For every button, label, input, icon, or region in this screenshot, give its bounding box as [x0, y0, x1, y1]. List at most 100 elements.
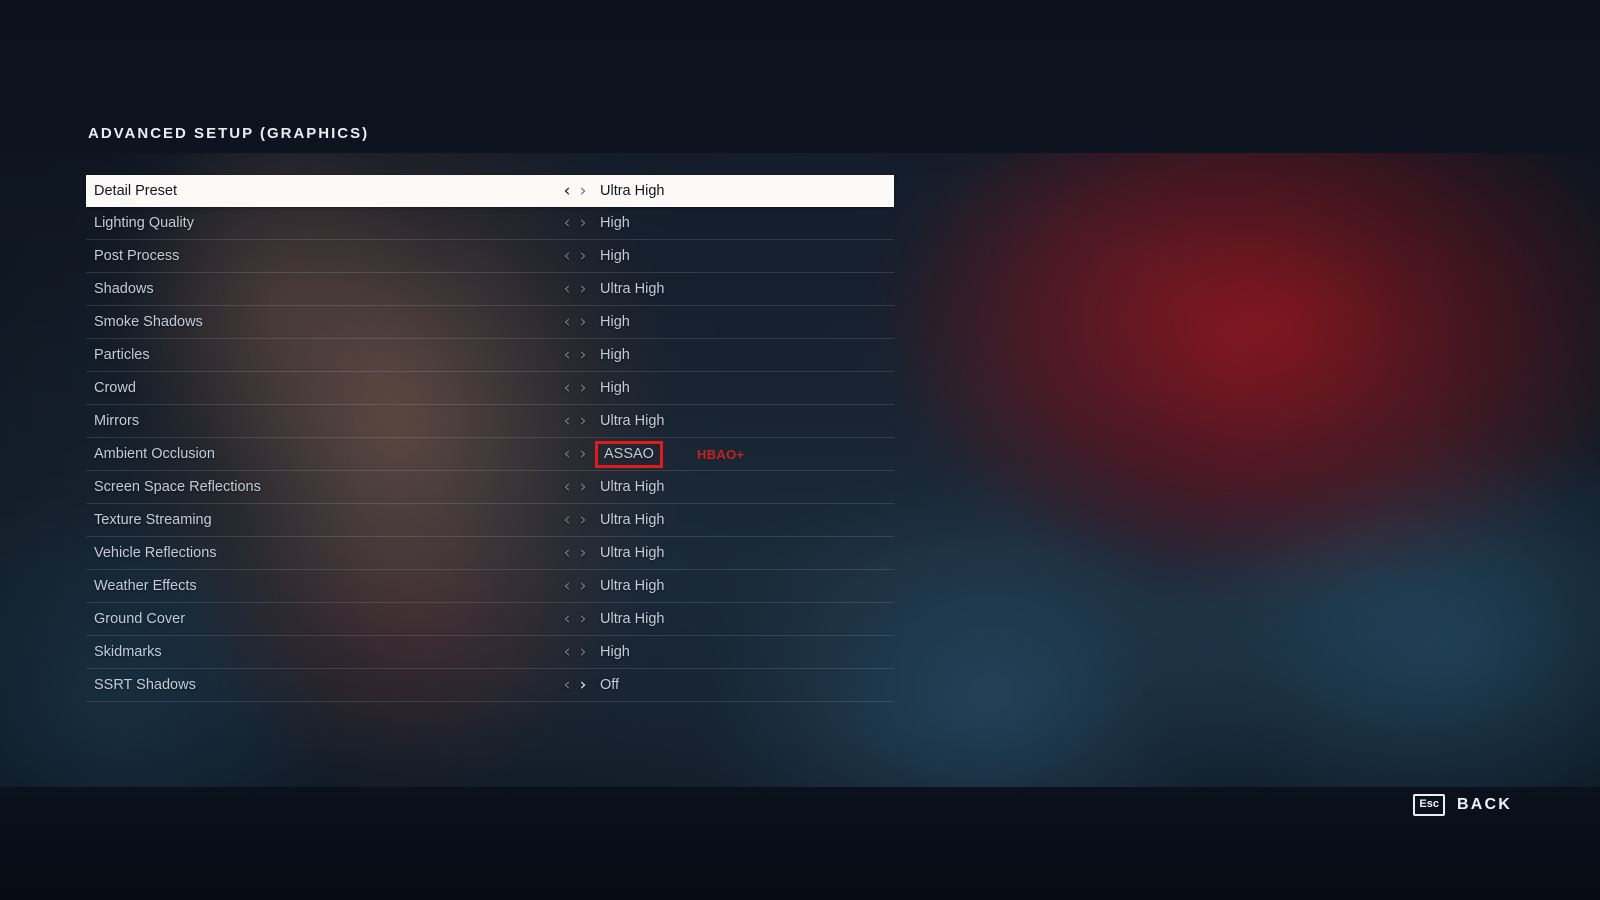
settings-row-control: ‹ › Ultra High [559, 544, 665, 562]
settings-row-value: ASSAO [604, 445, 654, 462]
chevron-right-icon[interactable]: › [575, 412, 591, 430]
settings-row-label: Smoke Shadows [94, 314, 203, 330]
chevron-right-icon[interactable]: › [575, 478, 591, 496]
settings-row[interactable]: Ambient Occlusion ‹ › ASSAO HBAO+ [86, 438, 894, 471]
settings-row-control: ‹ › High [559, 214, 630, 232]
settings-row[interactable]: Skidmarks ‹ › High [86, 636, 894, 669]
chevron-left-icon[interactable]: ‹ [559, 214, 575, 232]
chevron-left-icon[interactable]: ‹ [559, 412, 575, 430]
chevron-left-icon[interactable]: ‹ [559, 313, 575, 331]
settings-row[interactable]: Particles ‹ › High [86, 339, 894, 372]
game-settings-screen: ADVANCED SETUP (GRAPHICS) Detail Preset ‹… [0, 0, 1600, 900]
settings-row-label: Vehicle Reflections [94, 545, 217, 561]
settings-row-label: Crowd [94, 380, 136, 396]
settings-row-label: Skidmarks [94, 644, 162, 660]
chevron-right-icon[interactable]: › [575, 313, 591, 331]
settings-row-label: Detail Preset [94, 183, 178, 199]
settings-row-control: ‹ › Ultra High [559, 412, 665, 430]
settings-row[interactable]: Vehicle Reflections ‹ › Ultra High [86, 537, 894, 570]
chevron-left-icon[interactable]: ‹ [559, 610, 575, 628]
chevron-left-icon[interactable]: ‹ [559, 577, 575, 595]
back-button[interactable]: Esc BACK [1413, 794, 1512, 816]
chevron-right-icon[interactable]: › [575, 610, 591, 628]
settings-row[interactable]: Post Process ‹ › High [86, 240, 894, 273]
settings-row-value: Ultra High [600, 413, 665, 429]
settings-row-label: Post Process [94, 248, 180, 264]
settings-row-control: ‹ › High [559, 313, 630, 331]
settings-row-value: Off [600, 677, 620, 693]
settings-row-control: ‹ › Ultra High [559, 478, 665, 496]
settings-row-control: ‹ › High [559, 643, 630, 661]
settings-row-control: ‹ › Ultra High [559, 182, 665, 200]
settings-row-value: Ultra High [600, 512, 665, 528]
settings-row-value: Ultra High [600, 545, 665, 561]
settings-row[interactable]: Crowd ‹ › High [86, 372, 894, 405]
settings-row[interactable]: Detail Preset ‹ › Ultra High [86, 175, 894, 207]
settings-row-value: High [600, 644, 630, 660]
settings-row-value: Ultra High [600, 183, 665, 199]
settings-row-label: Lighting Quality [94, 215, 194, 231]
chevron-right-icon[interactable]: › [575, 247, 591, 265]
settings-row-value: High [600, 314, 630, 330]
chevron-left-icon[interactable]: ‹ [559, 478, 575, 496]
chevron-right-icon[interactable]: › [575, 280, 591, 298]
settings-row[interactable]: Smoke Shadows ‹ › High [86, 306, 894, 339]
chevron-left-icon[interactable]: ‹ [559, 247, 575, 265]
chevron-right-icon[interactable]: › [575, 544, 591, 562]
chevron-left-icon[interactable]: ‹ [559, 643, 575, 661]
settings-row-control: ‹ › Ultra High [559, 280, 665, 298]
settings-row[interactable]: Lighting Quality ‹ › High [86, 207, 894, 240]
settings-row[interactable]: Texture Streaming ‹ › Ultra High [86, 504, 894, 537]
settings-row-control: ‹ › High [559, 346, 630, 364]
chevron-left-icon[interactable]: ‹ [559, 511, 575, 529]
settings-row[interactable]: Shadows ‹ › Ultra High [86, 273, 894, 306]
settings-row-control: ‹ › Off [559, 676, 620, 694]
settings-row-label: Weather Effects [94, 578, 197, 594]
settings-row-control: ‹ › High [559, 247, 630, 265]
settings-row-control: ‹ › Ultra High [559, 511, 665, 529]
settings-row-value: Ultra High [600, 578, 665, 594]
settings-row-value: Ultra High [600, 611, 665, 627]
chevron-left-icon[interactable]: ‹ [559, 182, 575, 200]
settings-row-label: Shadows [94, 281, 154, 297]
chevron-left-icon[interactable]: ‹ [559, 280, 575, 298]
settings-row-value: Ultra High [600, 281, 665, 297]
annotation-note: HBAO+ [697, 446, 745, 462]
chevron-left-icon[interactable]: ‹ [559, 676, 575, 694]
chevron-right-icon[interactable]: › [575, 511, 591, 529]
settings-list: Detail Preset ‹ › Ultra High Lighting Qualit… [86, 175, 894, 702]
chevron-right-icon[interactable]: › [575, 346, 591, 364]
chevron-right-icon[interactable]: › [575, 379, 591, 397]
settings-row-label: Particles [94, 347, 150, 363]
chevron-right-icon[interactable]: › [575, 643, 591, 661]
chevron-right-icon[interactable]: › [575, 676, 591, 694]
settings-row-control: ‹ › Ultra High [559, 610, 665, 628]
settings-row-value: High [600, 380, 630, 396]
settings-row-value: High [600, 347, 630, 363]
chevron-left-icon[interactable]: ‹ [559, 379, 575, 397]
settings-row-control: ‹ › ASSAO [559, 440, 663, 468]
chevron-right-icon[interactable]: › [575, 445, 591, 463]
back-button-label: BACK [1456, 796, 1512, 813]
chevron-right-icon[interactable]: › [575, 577, 591, 595]
settings-row-label: Ambient Occlusion [94, 446, 215, 462]
settings-row[interactable]: Mirrors ‹ › Ultra High [86, 405, 894, 438]
chevron-left-icon[interactable]: ‹ [559, 445, 575, 463]
chevron-right-icon[interactable]: › [575, 182, 591, 200]
settings-row-value: High [600, 248, 630, 264]
settings-row-control: ‹ › High [559, 379, 630, 397]
settings-row[interactable]: SSRT Shadows ‹ › Off [86, 669, 894, 702]
chevron-right-icon[interactable]: › [575, 214, 591, 232]
settings-row-label: Mirrors [94, 413, 140, 429]
settings-row[interactable]: Weather Effects ‹ › Ultra High [86, 570, 894, 603]
settings-row-label: SSRT Shadows [94, 677, 196, 693]
settings-row-label: Screen Space Reflections [94, 479, 261, 495]
settings-row[interactable]: Ground Cover ‹ › Ultra High [86, 603, 894, 636]
chevron-left-icon[interactable]: ‹ [559, 544, 575, 562]
settings-row-value: High [600, 215, 630, 231]
bottom-letterbox-bar [0, 787, 1600, 900]
page-title: ADVANCED SETUP (GRAPHICS) [88, 125, 370, 142]
settings-row-label: Texture Streaming [94, 512, 212, 528]
chevron-left-icon[interactable]: ‹ [559, 346, 575, 364]
settings-row[interactable]: Screen Space Reflections ‹ › Ultra High [86, 471, 894, 504]
